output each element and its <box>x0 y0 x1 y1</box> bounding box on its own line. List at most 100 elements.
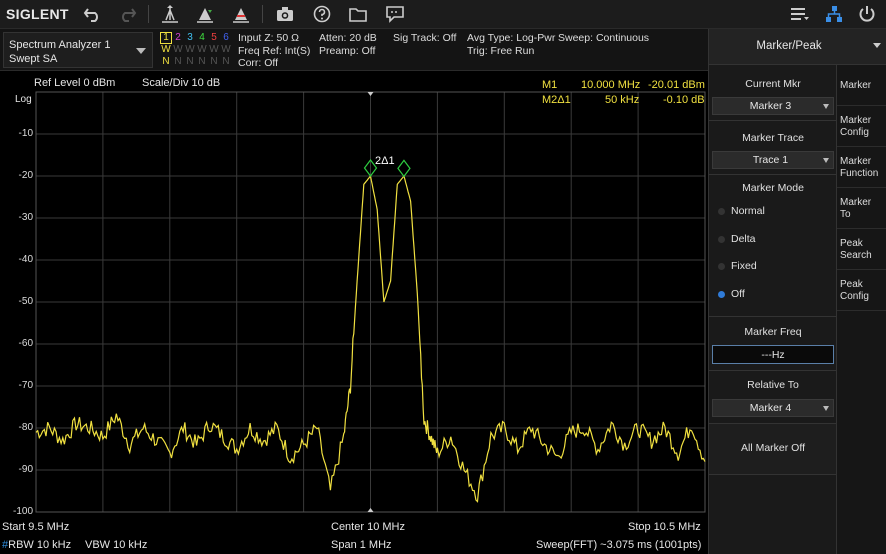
softmenu-label: Marker Config <box>840 115 871 138</box>
marker-mode-off-radio[interactable]: Off <box>709 284 837 306</box>
redo-icon[interactable] <box>114 3 140 25</box>
trace-1-detector: N <box>162 56 170 67</box>
sweep-setting[interactable]: Sweep(FFT) ~3.075 ms (1001pts) <box>536 539 701 551</box>
trace-6-mode: W <box>221 44 231 55</box>
softmenu-peak-config[interactable]: Peak Config <box>837 270 886 311</box>
softmenu-marker[interactable]: Marker <box>837 65 886 106</box>
softmenu-label-line: Config <box>840 290 869 302</box>
avg-trig-info[interactable]: Avg Type: Log-Pwr Trig: Free Run <box>467 32 555 57</box>
y-tick-label: -30 <box>18 212 33 223</box>
trace-4-number: 4 <box>199 32 205 43</box>
marker-2-diamond <box>397 159 411 178</box>
log-label: Log <box>15 94 32 105</box>
y-tick-label: -20 <box>18 170 33 181</box>
mode-type: Swept SA <box>9 53 58 65</box>
softmenu-marker-config[interactable]: Marker Config <box>837 106 886 147</box>
softmenu-label-line: Marker <box>840 156 872 167</box>
chevron-down-icon <box>823 406 829 411</box>
scale-div[interactable]: Scale/Div 10 dB <box>142 77 220 89</box>
trace-3-detector: N <box>186 56 194 67</box>
spectrum-plot[interactable] <box>0 71 708 554</box>
center-top-triangle <box>367 92 374 96</box>
folder-icon[interactable] <box>345 3 371 25</box>
marker-delta-icon[interactable] <box>228 3 254 25</box>
softmenu-label-line: Search <box>840 249 872 261</box>
menu-list-icon[interactable] <box>787 3 813 25</box>
radio-label: Fixed <box>731 260 757 272</box>
y-tick-label: -40 <box>18 254 33 265</box>
vbw-setting[interactable]: VBW 10 kHz <box>85 539 147 551</box>
marker-mode-label: Marker Mode <box>742 182 804 194</box>
relative-to-select[interactable]: Marker 4 <box>712 399 834 417</box>
marker-freq-input[interactable]: ---Hz <box>712 345 834 364</box>
radio-label: Normal <box>731 205 765 217</box>
marker-1-freq: 10.000 MHz <box>581 79 641 91</box>
softmenu-label: Peak Search <box>840 238 872 261</box>
softmenu-label-line: Marker <box>840 197 872 208</box>
softmenu-label-line: To <box>840 208 851 220</box>
ref-level[interactable]: Ref Level 0 dBm <box>34 77 115 89</box>
radio-indicator <box>718 290 725 298</box>
toolbar: SIGLENT <box>0 0 886 29</box>
radio-indicator <box>718 235 725 243</box>
marker-trace-select[interactable]: Trace 1 <box>712 151 834 169</box>
marker-freq-label: Marker Freq <box>744 326 802 338</box>
center-freq[interactable]: Center 10 MHz <box>331 521 405 533</box>
center-bottom-triangle <box>367 508 374 512</box>
radio-indicator <box>718 263 725 270</box>
relative-to-label: Relative To <box>747 379 799 391</box>
marker-mode-normal-radio[interactable]: Normal <box>709 201 837 223</box>
marker-2-freq: 50 kHz <box>605 94 640 106</box>
all-marker-off-button[interactable]: All Marker Off <box>709 424 837 474</box>
current-mkr-label: Current Mkr <box>745 78 801 90</box>
softmenu-label: Marker To <box>840 197 871 220</box>
y-tick-label: -60 <box>18 338 33 349</box>
y-tick-label: -10 <box>18 128 33 139</box>
power-icon[interactable] <box>854 3 880 25</box>
current-mkr-select[interactable]: Marker 3 <box>712 97 834 115</box>
panel-title[interactable]: Marker/Peak <box>709 29 886 65</box>
sweep-info[interactable]: Sweep: Continuous <box>558 32 649 45</box>
sig-track-info[interactable]: Sig Track: Off <box>393 32 456 45</box>
peak-search-icon[interactable] <box>157 3 183 25</box>
network-icon[interactable] <box>821 3 847 25</box>
input-info[interactable]: Input Z: 50 Ω Freq Ref: Int(S) Corr: Off <box>238 32 310 70</box>
softmenu-peak-search[interactable]: Peak Search <box>837 229 886 270</box>
marker-1-value: -20.01 dBm <box>648 79 705 91</box>
y-tick-label: -50 <box>18 296 33 307</box>
softmenu-label-line: Marker <box>840 115 872 126</box>
softmenu-label: Marker Function <box>840 156 878 179</box>
trace-status[interactable]: 123456 WWWWWW NNNNNN <box>160 32 232 68</box>
info-bar: Spectrum Analyzer 1 Swept SA 123456 WWWW… <box>0 29 708 71</box>
marker-mode-fixed-radio[interactable]: Fixed <box>709 256 837 278</box>
y-tick-label: -100 <box>12 506 33 517</box>
softmenu-marker-to[interactable]: Marker To <box>837 188 886 229</box>
undo-icon[interactable] <box>80 3 106 25</box>
marker-mode-delta-radio[interactable]: Delta <box>709 229 837 251</box>
spectrum-display[interactable]: Ref Level 0 dBm Scale/Div 10 dB Log M1 1… <box>0 71 708 554</box>
y-tick-label: -80 <box>18 422 33 433</box>
message-icon[interactable] <box>382 3 408 25</box>
softmenu-label-line: Peak <box>840 238 863 249</box>
mode-select[interactable]: Spectrum Analyzer 1 Swept SA <box>3 32 153 68</box>
marker-panel: Marker/Peak Current Mkr Marker 3 Marker … <box>708 29 886 554</box>
rbw-setting[interactable]: #RBW 10 kHz <box>2 539 71 551</box>
softmenu-label-line: Marker <box>840 80 872 91</box>
softmenu-marker-function[interactable]: Marker Function <box>837 147 886 188</box>
trace-2-mode: W <box>173 44 183 55</box>
camera-icon[interactable] <box>272 3 298 25</box>
y-tick-label: -70 <box>18 380 33 391</box>
softmenu-label: Peak Config <box>840 279 869 302</box>
trace-2-number: 2 <box>175 32 181 43</box>
atten-info[interactable]: Atten: 20 dB Preamp: Off <box>319 32 377 57</box>
marker-to-center-icon[interactable] <box>192 3 218 25</box>
radio-indicator <box>718 208 725 215</box>
marker-2-value: -0.10 dB <box>663 94 705 106</box>
help-icon[interactable] <box>309 3 335 25</box>
stop-freq[interactable]: Stop 10.5 MHz <box>628 521 701 533</box>
start-freq[interactable]: Start 9.5 MHz <box>2 521 69 533</box>
span-setting[interactable]: Span 1 MHz <box>331 539 392 551</box>
trace-5-number: 5 <box>211 32 217 43</box>
softmenu-label: Marker <box>840 80 871 92</box>
chevron-down-icon <box>873 43 881 48</box>
